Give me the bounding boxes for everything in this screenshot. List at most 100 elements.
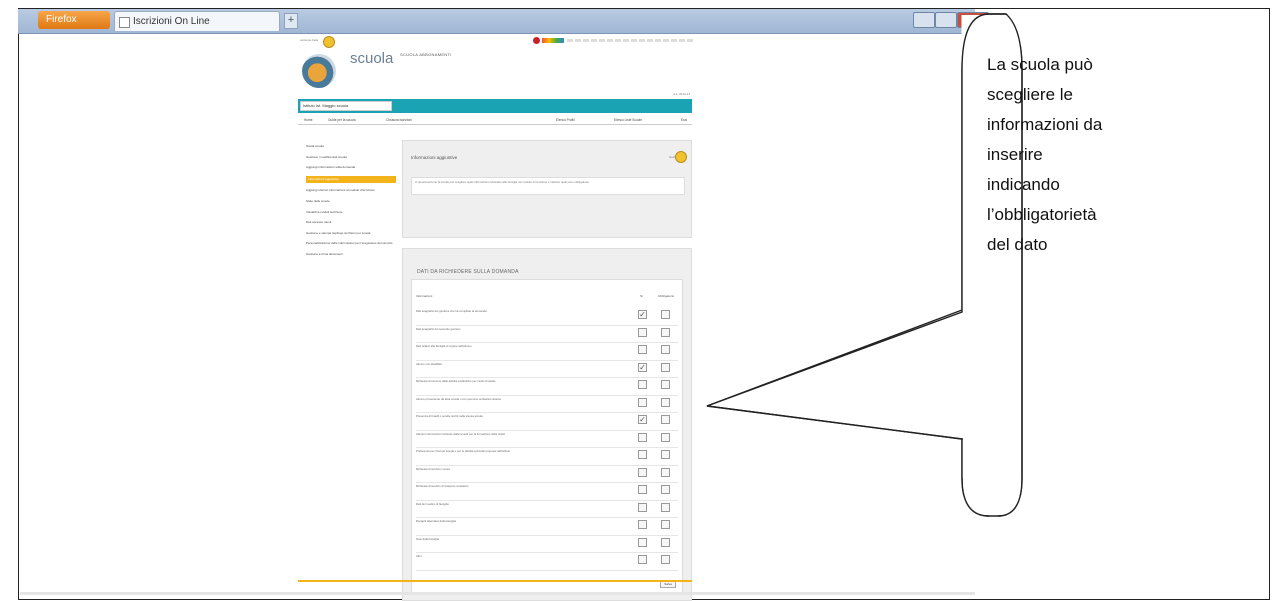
- web-page: versione beta scuola SCUOLA ABBONAMENTI …: [298, 36, 693, 601]
- obbligatorio-checkbox[interactable]: [661, 520, 670, 529]
- obbligatorio-checkbox[interactable]: [661, 345, 670, 354]
- tab-title: Iscrizioni On Line: [133, 16, 210, 27]
- menu-item-chiusura[interactable]: Chiusura iscrizioni: [386, 118, 412, 122]
- si-checkbox[interactable]: ✓: [638, 310, 647, 319]
- si-checkbox[interactable]: [638, 432, 647, 442]
- obbligatorio-checkbox[interactable]: [661, 327, 670, 337]
- si-checkbox[interactable]: [638, 380, 647, 389]
- menu-item-esci[interactable]: Esci: [681, 118, 687, 122]
- options-table: Informazioni Sì Obbligatorio Salva Dati …: [411, 279, 683, 593]
- option-row: Altro: [416, 554, 678, 573]
- option-label: Dati anagrafici del genitore che ha comp…: [416, 309, 487, 313]
- menu-item-guide[interactable]: Guide per la scuola: [328, 118, 355, 122]
- obbligatorio-checkbox[interactable]: [661, 467, 670, 477]
- obbligatorio-checkbox[interactable]: [661, 415, 670, 424]
- obbligatorio-checkbox[interactable]: [661, 537, 670, 547]
- header-link[interactable]: SCUOLA ABBONAMENTI: [400, 52, 452, 57]
- menu-item-profili[interactable]: Elenco Profili: [556, 118, 575, 122]
- si-checkbox[interactable]: [638, 485, 647, 494]
- sidebar-item-dati-scuola[interactable]: Gestione / modifica dati scuola: [306, 155, 396, 161]
- obbligatorio-checkbox[interactable]: [661, 555, 670, 564]
- row-divider: [416, 569, 678, 571]
- option-row: Dati anagrafici del secondo genitore: [416, 327, 678, 346]
- school-name-field: Istituto Ist. Maggio scuola: [300, 101, 392, 111]
- callout-line: inserire: [987, 145, 1043, 164]
- option-label: Recapiti alternativi della famiglia: [416, 519, 456, 523]
- status-bar: [20, 592, 975, 595]
- option-row: Note della famiglia: [416, 536, 678, 556]
- menu-item-liste[interactable]: Elenco Liste Scuole: [614, 118, 642, 122]
- sidebar-item-personalizzazione[interactable]: Personalizzazione delle informazioni per…: [306, 241, 396, 247]
- menu-item-home[interactable]: Home: [304, 118, 313, 122]
- obbligatorio-checkbox[interactable]: [661, 485, 670, 494]
- obbligatorio-checkbox[interactable]: [661, 380, 670, 389]
- partner-logos: [533, 37, 693, 45]
- column-header-si: Sì: [640, 294, 643, 298]
- callout-text: La scuola può scegliere le informazioni …: [987, 50, 1107, 260]
- option-label: Richiesta di servizio di trasporto scola…: [416, 484, 469, 488]
- option-label: Note della famiglia: [416, 536, 440, 541]
- footer-line: [298, 580, 692, 582]
- row-divider: [416, 412, 678, 413]
- si-checkbox[interactable]: [638, 520, 647, 529]
- option-label: Presenza di fratelli o sorelle iscritti …: [416, 414, 483, 418]
- option-label: Dati del medico di famiglia: [416, 501, 449, 506]
- row-divider: [416, 377, 678, 378]
- beta-label: versione beta: [300, 38, 319, 42]
- callout-line: del dato: [987, 235, 1048, 254]
- sidebar-item-riepilogo[interactable]: Gestione e stampa riepilogo iscrizioni p…: [306, 231, 396, 237]
- callout-line: scegliere le: [987, 85, 1073, 104]
- panel-title: DATI DA RICHIEDERE SULLA DOMANDA: [417, 269, 519, 275]
- sidebar-item-firma[interactable]: Gestione e firma documenti: [306, 252, 396, 258]
- obbligatorio-checkbox[interactable]: [661, 450, 670, 459]
- sidebar-item-info-aggiuntive[interactable]: Informazioni aggiuntive: [306, 175, 396, 184]
- si-checkbox[interactable]: [638, 502, 647, 512]
- option-row: Ulteriori informazioni richieste dalla s…: [416, 432, 678, 451]
- option-row: Dati relativi alla famiglia di origine d…: [416, 344, 678, 363]
- sidebar-item-moduli[interactable]: Visualizza moduli iscrizione: [306, 210, 396, 216]
- option-label: Richiesta di servizio mensa: [416, 466, 450, 471]
- sidebar-nav: Scelta scuola Gestione / modifica dati s…: [306, 144, 396, 263]
- data-request-panel: DATI DA RICHIEDERE SULLA DOMANDA Informa…: [402, 248, 692, 601]
- si-checkbox[interactable]: [638, 345, 647, 354]
- save-button[interactable]: Salva: [660, 581, 676, 588]
- firefox-menu-button[interactable]: Firefox: [38, 11, 110, 29]
- row-divider: [416, 342, 678, 343]
- column-header-info: Informazioni: [416, 294, 433, 298]
- si-checkbox[interactable]: [638, 327, 647, 337]
- sidebar-item-stato-scuole[interactable]: Stato delle scuole: [306, 199, 396, 205]
- row-divider: [416, 394, 678, 396]
- obbligatorio-checkbox[interactable]: [661, 502, 670, 512]
- sidebar-item-scelta-scuola[interactable]: Scelta scuola: [306, 144, 396, 150]
- obbligatorio-checkbox[interactable]: [661, 397, 670, 407]
- callout-line: informazioni da: [987, 115, 1103, 134]
- browser-tab[interactable]: Iscrizioni On Line: [114, 11, 280, 31]
- row-divider: [416, 482, 678, 483]
- sidebar-item-aggiungi-info[interactable]: Aggiungi informazioni sulla domanda: [306, 165, 396, 171]
- main-menu: Home Guide per la scuola Chiusura iscriz…: [298, 116, 692, 125]
- obbligatorio-checkbox[interactable]: [661, 310, 670, 319]
- si-checkbox[interactable]: ✓: [638, 415, 647, 424]
- page-favicon-icon: [119, 17, 130, 28]
- option-row: Alunno con disabilità ✓: [416, 362, 678, 381]
- obbligatorio-checkbox[interactable]: [661, 362, 670, 372]
- site-logo-text[interactable]: scuola: [350, 50, 393, 67]
- option-row: Recapiti alternativi della famiglia: [416, 519, 678, 538]
- option-row: Richiesta di servizio di trasporto scola…: [416, 484, 678, 503]
- obbligatorio-checkbox[interactable]: [661, 432, 670, 442]
- si-checkbox[interactable]: [638, 555, 647, 564]
- si-checkbox[interactable]: [638, 537, 647, 547]
- si-checkbox[interactable]: [638, 467, 647, 477]
- row-divider: [416, 534, 678, 536]
- help-icon[interactable]: [675, 151, 687, 163]
- sidebar-item-accesso[interactable]: Dati accesso utenti: [306, 220, 396, 226]
- new-tab-button[interactable]: +: [284, 13, 298, 29]
- option-row: Dati anagrafici del genitore che ha comp…: [416, 309, 678, 328]
- option-label: Preferenza per il tempo scuola e per le …: [416, 449, 511, 453]
- option-row: Dati del medico di famiglia: [416, 501, 678, 521]
- column-header-obbligatorio: Obbligatorio: [658, 294, 675, 298]
- si-checkbox[interactable]: [638, 397, 647, 407]
- si-checkbox[interactable]: [638, 450, 647, 459]
- si-checkbox[interactable]: ✓: [638, 362, 647, 372]
- sidebar-item-ulteriori-info[interactable]: Aggiungi ulteriori informazioni al modul…: [306, 188, 396, 194]
